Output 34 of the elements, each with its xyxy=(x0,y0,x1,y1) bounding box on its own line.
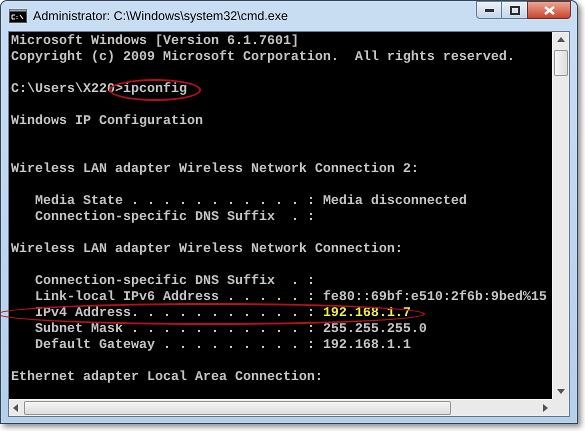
field-label: Default Gateway . . . . . . . . . : xyxy=(35,338,315,354)
minimize-icon xyxy=(484,8,494,12)
vertical-scrollbar[interactable] xyxy=(552,32,569,399)
field-label: Subnet Mask . . . . . . . . . . . : xyxy=(35,322,315,338)
console-line: Ethernet adapter Local Area Connection: xyxy=(11,370,323,386)
field-label: Link-local IPv6 Address . . . . . : xyxy=(35,290,315,306)
field-label: Media State . . . . . . . . . . . : xyxy=(35,194,315,210)
close-button[interactable] xyxy=(527,1,571,19)
restore-icon xyxy=(510,6,520,14)
scroll-up-icon xyxy=(556,37,564,42)
scroll-down-icon xyxy=(556,389,564,394)
console-line: Microsoft Windows [Version 6.1.7601] xyxy=(11,34,299,50)
field-value: 192.168.1.7 xyxy=(322,306,411,322)
console-line: Wireless LAN adapter Wireless Network Connection: xyxy=(11,242,403,258)
field-value: 255.255.255.0 xyxy=(322,322,427,338)
scroll-right-icon xyxy=(543,404,548,412)
field-value: Media disconnected xyxy=(322,194,467,210)
console-line: Wireless LAN adapter Wireless Network Connection 2: xyxy=(11,162,419,178)
console-icon xyxy=(9,9,27,23)
scroll-left-icon xyxy=(13,404,18,412)
field-label: Connection-specific DNS Suffix . : xyxy=(35,210,315,226)
command-text: ipconfig xyxy=(122,82,187,98)
window-title: Administrator: C:\Windows\system32\cmd.exe xyxy=(33,8,288,25)
field-value: 192.168.1.1 xyxy=(322,338,411,354)
field-label: Connection-specific DNS Suffix . : xyxy=(35,274,315,290)
horizontal-scrollbar[interactable] xyxy=(9,399,552,416)
console-line: Windows IP Configuration xyxy=(11,114,203,130)
maximize-button[interactable] xyxy=(502,1,527,19)
scroll-thumb[interactable] xyxy=(24,400,451,414)
close-icon xyxy=(544,6,554,14)
scroll-thumb[interactable] xyxy=(554,50,568,76)
minimize-button[interactable] xyxy=(476,1,502,19)
field-value: fe80::69bf:e510:2f6b:9bed%15 xyxy=(322,290,547,306)
console-line: Copyright (c) 2009 Microsoft Corporation. All rights reserved. xyxy=(11,50,515,66)
